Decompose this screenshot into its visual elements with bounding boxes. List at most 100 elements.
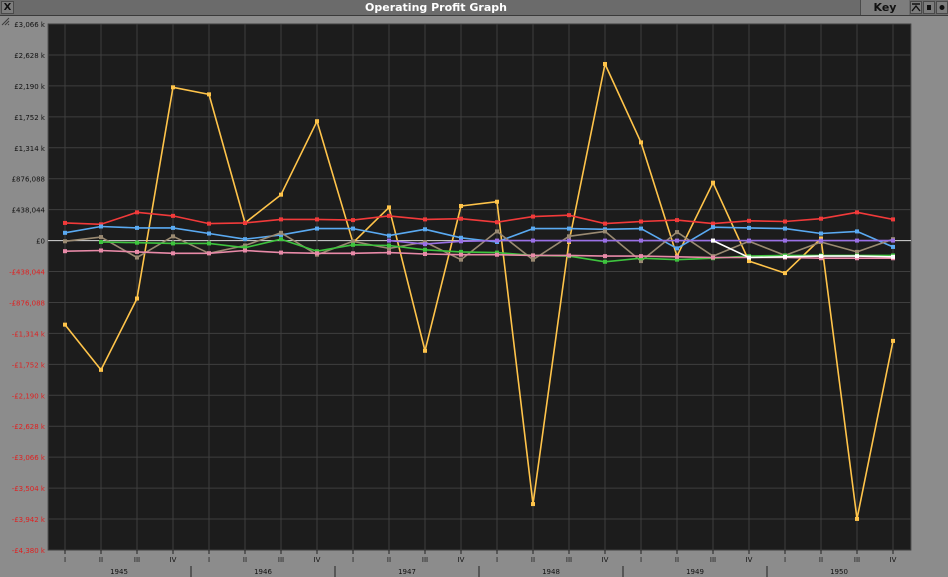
y-tick-label: £1,752 k (14, 114, 46, 122)
data-point (675, 246, 679, 251)
data-point (207, 241, 211, 246)
year-label: 1946 (254, 568, 272, 576)
y-tick-label: -£3,504 k (12, 485, 46, 493)
quarter-label: III (854, 556, 860, 564)
data-point (279, 217, 283, 222)
data-point (99, 240, 103, 245)
data-point (135, 225, 139, 230)
data-point (171, 234, 175, 239)
data-point (783, 226, 787, 231)
data-point (783, 238, 787, 243)
data-point (63, 230, 67, 235)
data-point (351, 218, 355, 223)
data-point (315, 226, 319, 231)
data-point (351, 226, 355, 231)
data-point (279, 237, 283, 242)
data-point (423, 247, 427, 252)
collapse-icon[interactable] (910, 1, 922, 14)
data-point (675, 238, 679, 243)
data-point (531, 253, 535, 258)
data-point (495, 199, 499, 204)
data-point (603, 238, 607, 243)
data-point (531, 238, 535, 243)
data-point (171, 225, 175, 230)
data-point (207, 251, 211, 256)
data-point (783, 254, 787, 259)
data-point (387, 205, 391, 210)
data-point (855, 229, 859, 234)
data-point (747, 218, 751, 223)
y-tick-label: -£876,088 (9, 299, 45, 307)
quarter-label: IV (746, 556, 753, 564)
data-point (603, 229, 607, 234)
key-button[interactable]: Key (860, 0, 909, 15)
title-bar: X Operating Profit Graph Key (0, 0, 948, 16)
data-point (567, 213, 571, 218)
quarter-label: IV (890, 556, 897, 564)
data-point (315, 251, 319, 256)
data-point (603, 221, 607, 226)
operating-profit-chart: £3,066 k £2,628 k £2,190 k £1,752 k £1,314 k… (9, 21, 912, 577)
data-point (351, 251, 355, 256)
data-point (675, 230, 679, 235)
plot-area (47, 23, 912, 551)
data-point (351, 239, 355, 244)
data-point (891, 244, 895, 249)
quarter-label: III (710, 556, 716, 564)
data-point (855, 516, 859, 521)
data-point (819, 231, 823, 236)
year-label: 1949 (686, 568, 704, 576)
data-point (351, 242, 355, 247)
data-point (639, 219, 643, 224)
quarter-label: III (278, 556, 284, 564)
resize-grip-icon[interactable] (0, 16, 10, 26)
pin-icon[interactable] (923, 1, 935, 14)
data-point (711, 238, 715, 243)
data-point (423, 242, 427, 247)
close-icon[interactable]: X (1, 1, 14, 14)
data-point (387, 238, 391, 243)
quarter-label: I (208, 556, 210, 564)
data-point (135, 240, 139, 245)
quarter-label: IV (458, 556, 465, 564)
data-point (423, 252, 427, 257)
data-point (387, 250, 391, 255)
data-point (855, 210, 859, 215)
data-point (459, 216, 463, 221)
data-point (567, 226, 571, 231)
data-point (171, 85, 175, 90)
sticky-icon[interactable] (936, 1, 948, 14)
data-point (711, 180, 715, 185)
data-point (603, 254, 607, 259)
data-point (243, 237, 247, 242)
data-point (531, 226, 535, 231)
y-tick-label: -£2,628 k (12, 423, 46, 431)
data-point (171, 251, 175, 256)
data-point (567, 238, 571, 243)
data-point (459, 252, 463, 257)
data-point (603, 61, 607, 66)
data-point (387, 213, 391, 218)
year-label: 1947 (398, 568, 416, 576)
data-point (171, 213, 175, 218)
data-point (207, 231, 211, 236)
year-label: 1948 (542, 568, 560, 576)
data-point (171, 241, 175, 246)
data-point (279, 250, 283, 255)
data-point (855, 238, 859, 243)
y-tick-label: £1,314 k (14, 145, 46, 153)
year-label: 1950 (830, 568, 848, 576)
data-point (279, 230, 283, 235)
quarter-label: II (531, 556, 535, 564)
quarter-label: II (387, 556, 391, 564)
graph-panel: £3,066 k £2,628 k £2,190 k £1,752 k £1,314 k… (0, 16, 948, 577)
quarter-label: I (352, 556, 354, 564)
data-point (135, 249, 139, 254)
data-point (207, 221, 211, 226)
quarter-label: II (243, 556, 247, 564)
data-point (855, 254, 859, 259)
data-point (495, 238, 499, 243)
data-point (819, 216, 823, 221)
quarter-label: I (640, 556, 642, 564)
data-point (747, 225, 751, 230)
